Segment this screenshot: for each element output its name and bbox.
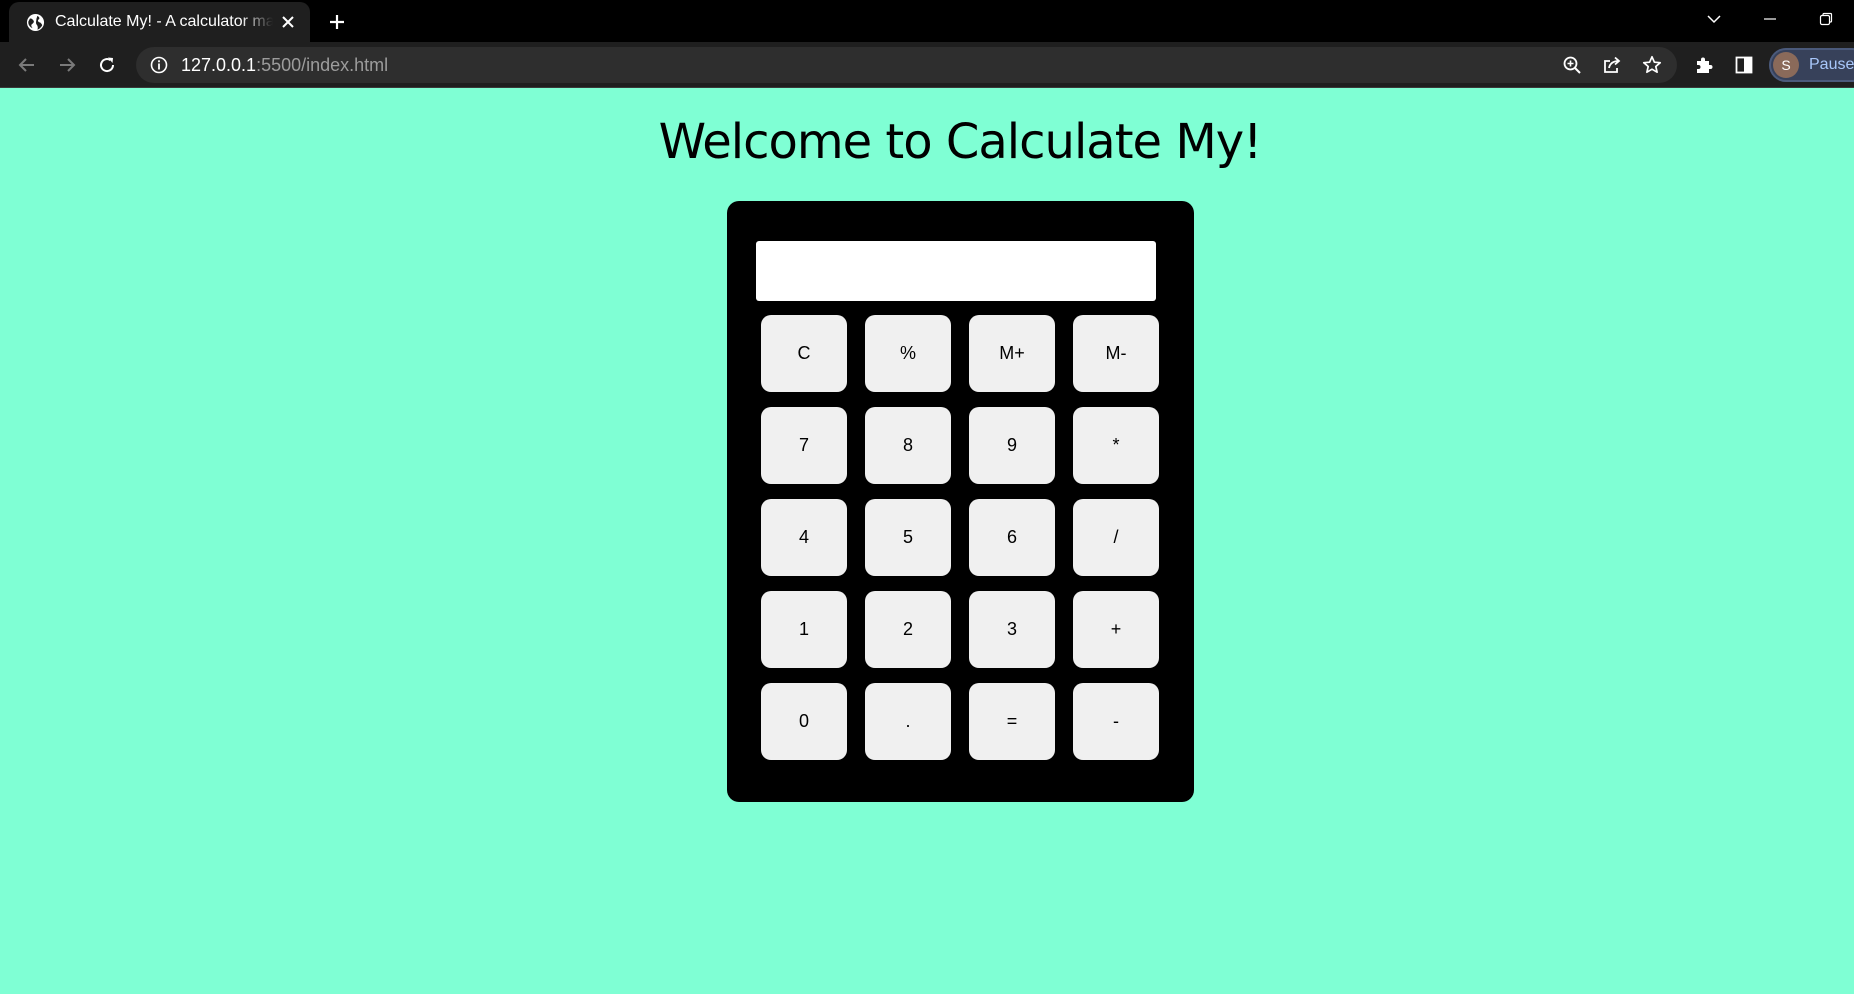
share-icon[interactable] <box>1599 52 1625 78</box>
digit-0-button[interactable]: 0 <box>761 683 847 760</box>
equals-button[interactable]: = <box>969 683 1055 760</box>
keypad: C% M+ M- 7 8 9 * 4 5 6/ 1 2 3 +0. = - <box>761 315 1159 760</box>
url-path: :5500/index.html <box>256 54 389 75</box>
memory-add-button[interactable]: M+ <box>969 315 1055 392</box>
decimal-button[interactable]: . <box>865 683 951 760</box>
profile-status: Paused <box>1809 56 1854 73</box>
address-bar[interactable]: 127.0.0.1:5500/index.html <box>136 47 1677 83</box>
avatar: S <box>1773 52 1799 78</box>
star-icon[interactable] <box>1639 52 1665 78</box>
browser-chrome: Calculate My! - A calculator made 127.0.… <box>0 0 1854 88</box>
page-content: Welcome to Calculate My! C% M+ M- 7 8 9 * 4 5 6/ 1… <box>0 88 1854 994</box>
reload-icon[interactable] <box>93 51 121 79</box>
profile-button[interactable]: S Paused <box>1769 48 1854 82</box>
digit-7-button[interactable]: 7 <box>761 407 847 484</box>
tab-title: Calculate My! - A calculator made <box>55 13 273 30</box>
percent-button[interactable]: % <box>865 315 951 392</box>
digit-1-button[interactable]: 1 <box>761 591 847 668</box>
calculator: C% M+ M- 7 8 9 * 4 5 6/ 1 2 3 +0. = - <box>727 201 1194 802</box>
chevron-down-icon[interactable] <box>1686 0 1742 38</box>
window-controls <box>1686 0 1854 38</box>
digit-5-button[interactable]: 5 <box>865 499 951 576</box>
zoom-icon[interactable] <box>1559 52 1585 78</box>
digit-4-button[interactable]: 4 <box>761 499 847 576</box>
calculator-display[interactable] <box>756 241 1156 301</box>
digit-9-button[interactable]: 9 <box>969 407 1055 484</box>
restore-icon[interactable] <box>1798 0 1854 38</box>
multiply-button[interactable]: * <box>1073 407 1159 484</box>
info-icon[interactable] <box>149 55 169 75</box>
clear-button[interactable]: C <box>761 315 847 392</box>
side-panel-icon[interactable] <box>1730 51 1758 79</box>
digit-3-button[interactable]: 3 <box>969 591 1055 668</box>
tab-active[interactable]: Calculate My! - A calculator made <box>9 2 310 42</box>
divide-button[interactable]: / <box>1073 499 1159 576</box>
page-title: Welcome to Calculate My! <box>658 114 1263 170</box>
memory-subtract-button[interactable]: M- <box>1073 315 1159 392</box>
tab-strip: Calculate My! - A calculator made <box>0 0 1854 42</box>
globe-icon <box>26 13 45 32</box>
digit-8-button[interactable]: 8 <box>865 407 951 484</box>
close-icon[interactable] <box>277 11 299 33</box>
minimize-icon[interactable] <box>1742 0 1798 38</box>
arrow-right-icon[interactable] <box>53 51 81 79</box>
plus-icon[interactable] <box>324 9 350 35</box>
url-host: 127.0.0.1 <box>181 54 257 75</box>
arrow-left-icon[interactable] <box>13 51 41 79</box>
digit-6-button[interactable]: 6 <box>969 499 1055 576</box>
browser-toolbar: 127.0.0.1:5500/index.html S Pause <box>0 42 1854 88</box>
add-button[interactable]: + <box>1073 591 1159 668</box>
puzzle-icon[interactable] <box>1690 51 1718 79</box>
toolbar-right <box>1690 47 1758 83</box>
subtract-button[interactable]: - <box>1073 683 1159 760</box>
url-text: 127.0.0.1:5500/index.html <box>181 55 388 76</box>
digit-2-button[interactable]: 2 <box>865 591 951 668</box>
address-bar-actions <box>1559 47 1665 83</box>
